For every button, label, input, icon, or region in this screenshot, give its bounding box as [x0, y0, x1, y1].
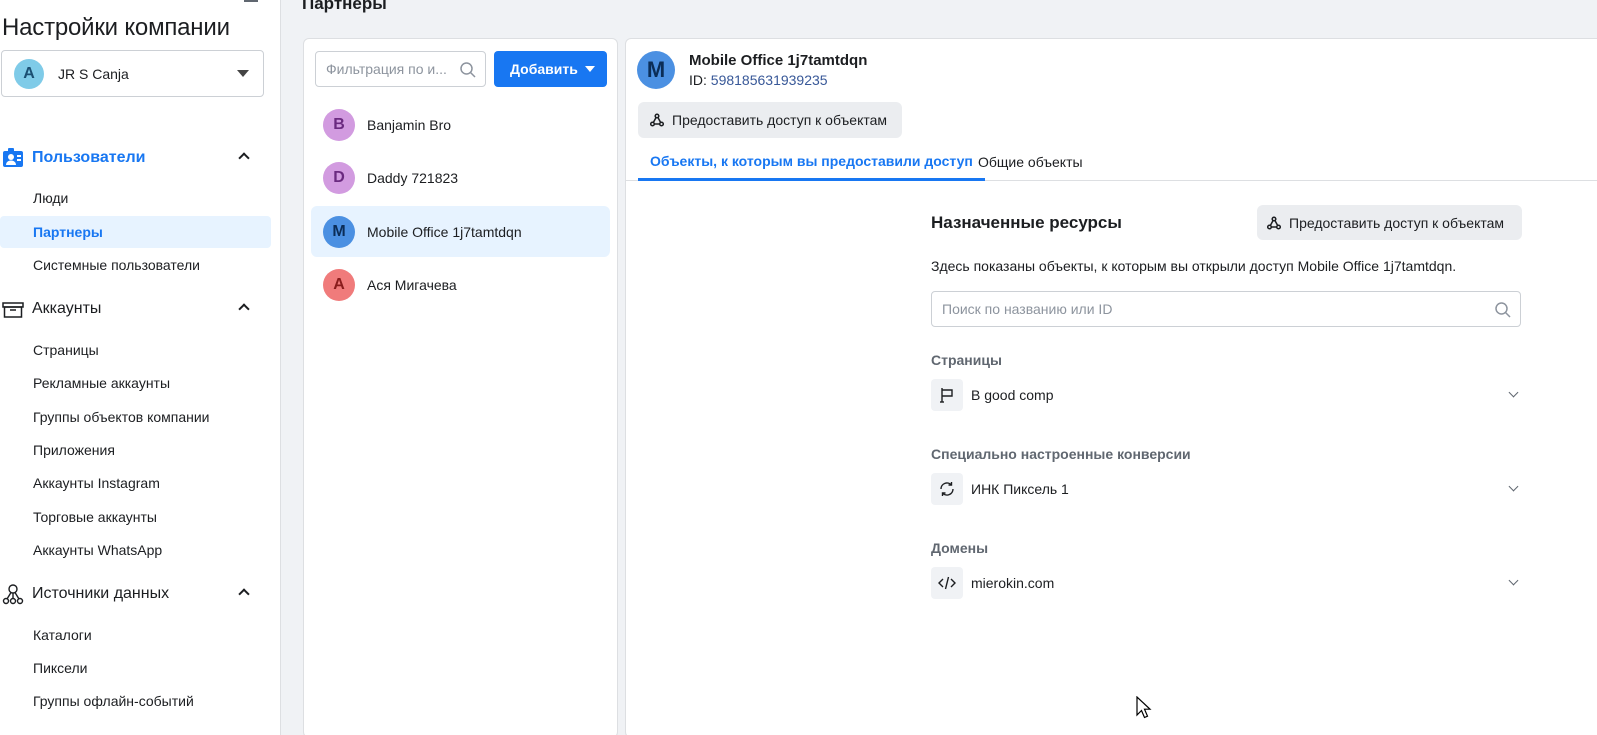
category-domains-label: Домены: [931, 540, 989, 556]
sidebar-item-people[interactable]: Люди: [0, 182, 271, 214]
partners-list-panel: Добавить B Banjamin Bro D Daddy 721823 M…: [303, 38, 618, 735]
id-value: 598185631939235: [710, 72, 828, 88]
company-selector[interactable]: A JR S Canja: [1, 50, 264, 97]
section-data-sources[interactable]: Источники данных: [0, 579, 270, 609]
chevron-up-icon: [238, 152, 250, 164]
data-sources-icon: [2, 583, 24, 605]
users-icon: [2, 147, 24, 169]
category-conversions-label: Специально настроенные конверсии: [931, 446, 1191, 462]
company-name: JR S Canja: [58, 65, 129, 82]
flag-icon: [931, 379, 963, 411]
partner-avatar: А: [323, 268, 355, 301]
caret-down-icon: [585, 66, 595, 72]
assigned-resources-title: Назначенные ресурсы: [931, 213, 1122, 232]
caret-down-icon: [237, 70, 249, 77]
chevron-down-icon[interactable]: [1508, 387, 1519, 398]
partner-detail-avatar: M: [637, 51, 675, 89]
sidebar-title: Настройки компании: [2, 14, 230, 41]
partner-avatar: M: [323, 215, 355, 248]
chevron-up-icon: [238, 588, 250, 600]
filter-input[interactable]: [326, 61, 456, 77]
grant-access-label: Предоставить доступ к объектам: [672, 112, 888, 128]
sidebar-item-apps[interactable]: Приложения: [0, 434, 271, 466]
resource-row-page[interactable]: B good comp: [931, 378, 1521, 412]
sidebar-item-pages[interactable]: Страницы: [0, 334, 271, 366]
sidebar-item-pixels[interactable]: Пиксели: [0, 652, 271, 684]
menu-icon[interactable]: [244, 0, 258, 2]
partner-name: Banjamin Bro: [367, 116, 452, 133]
sidebar-item-system-users[interactable]: Системные пользователи: [0, 249, 271, 281]
tab-shared-by-you[interactable]: Объекты, к которым вы предоставили досту…: [638, 143, 985, 181]
section-data-sources-label: Источники данных: [32, 585, 170, 602]
grant-access-button[interactable]: Предоставить доступ к объектам: [638, 102, 902, 138]
sidebar-item-ad-accounts[interactable]: Рекламные аккаунты: [0, 367, 271, 399]
partner-item-selected[interactable]: M Mobile Office 1j7tamtdqn: [311, 206, 610, 257]
resources-description: Здесь показаны объекты, к которым вы отк…: [931, 258, 1457, 274]
partner-detail-id: ID: 598185631939235: [689, 72, 828, 88]
search-icon: [459, 61, 477, 82]
section-accounts-label: Аккаунты: [32, 300, 102, 317]
refresh-icon: [931, 473, 963, 505]
partner-name: Ася Мигачева: [367, 276, 457, 293]
sidebar-item-offline-event-sets[interactable]: Группы офлайн-событий: [0, 685, 271, 717]
section-accounts[interactable]: Аккаунты: [0, 294, 270, 324]
page-title: Партнеры: [302, 0, 387, 13]
section-users-label: Пользователи: [32, 149, 146, 166]
resource-search-field[interactable]: [931, 291, 1521, 327]
sidebar-item-business-asset-groups[interactable]: Группы объектов компании: [0, 401, 271, 433]
resource-name: mierokin.com: [971, 575, 1055, 591]
accounts-box-icon: [2, 298, 24, 320]
company-avatar: A: [14, 58, 44, 89]
resource-name: ИНК Пиксель 1: [971, 481, 1069, 497]
sidebar: Настройки компании A JR S Canja Пользова…: [0, 0, 281, 735]
share-nodes-icon: [650, 113, 664, 127]
category-pages-label: Страницы: [931, 352, 1002, 368]
resource-row-conversion[interactable]: ИНК Пиксель 1: [931, 472, 1521, 506]
add-partner-button[interactable]: Добавить: [494, 51, 607, 87]
detail-tabs: Объекты, к которым вы предоставили досту…: [626, 143, 1597, 181]
share-nodes-icon: [1267, 215, 1281, 230]
add-partner-label: Добавить: [510, 61, 578, 77]
partner-avatar: B: [323, 108, 355, 141]
grant-access-label: Предоставить доступ к объектам: [1289, 214, 1505, 231]
chevron-down-icon[interactable]: [1508, 481, 1519, 492]
sidebar-item-commerce-accounts[interactable]: Торговые аккаунты: [0, 501, 271, 533]
partner-name: Mobile Office 1j7tamtdqn: [367, 223, 522, 240]
partner-item[interactable]: B Banjamin Bro: [311, 99, 610, 150]
grant-access-button-secondary[interactable]: Предоставить доступ к объектам: [1257, 205, 1522, 240]
section-users[interactable]: Пользователи: [0, 143, 270, 173]
sidebar-item-partners[interactable]: Партнеры: [0, 216, 271, 248]
search-icon: [1494, 301, 1512, 322]
sidebar-item-whatsapp-accounts[interactable]: Аккаунты WhatsApp: [0, 534, 271, 566]
filter-field[interactable]: [315, 51, 486, 87]
chevron-down-icon[interactable]: [1508, 575, 1519, 586]
code-icon: [931, 567, 963, 599]
chevron-up-icon: [238, 303, 250, 315]
partner-name: Daddy 721823: [367, 169, 459, 186]
tab-shared-objects[interactable]: Общие объекты: [978, 143, 1083, 181]
partner-item[interactable]: А Ася Мигачева: [311, 259, 610, 310]
partner-detail-name: Mobile Office 1j7tamtdqn: [689, 52, 868, 69]
sidebar-item-catalogs[interactable]: Каталоги: [0, 619, 271, 651]
resource-row-domain[interactable]: mierokin.com: [931, 566, 1521, 600]
sidebar-item-instagram-accounts[interactable]: Аккаунты Instagram: [0, 467, 271, 499]
id-label: ID:: [689, 72, 707, 88]
resource-search-input[interactable]: [942, 301, 1482, 317]
partner-avatar: D: [323, 161, 355, 194]
partner-item[interactable]: D Daddy 721823: [311, 152, 610, 203]
partner-detail-panel: M Mobile Office 1j7tamtdqn ID: 598185631…: [625, 38, 1597, 735]
resource-name: B good comp: [971, 387, 1054, 403]
mouse-cursor-icon: [1136, 695, 1152, 723]
